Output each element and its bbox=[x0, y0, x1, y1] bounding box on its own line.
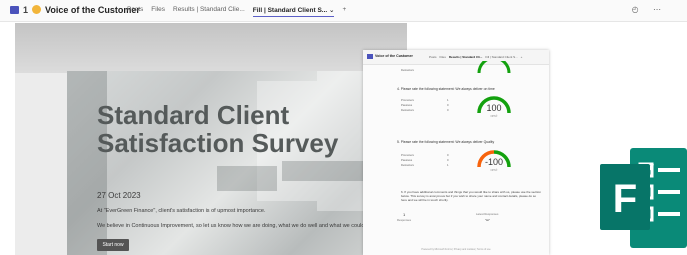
nps-label: NPS® bbox=[490, 169, 498, 172]
teams-app-icon[interactable] bbox=[10, 6, 19, 14]
tab-posts[interactable]: Posts bbox=[127, 6, 143, 17]
teams-header: 1 Voice of the Customer Posts Files Resu… bbox=[0, 0, 687, 22]
survey-hero: Standard Client Satisfaction Survey 27 O… bbox=[67, 71, 385, 255]
results-tab-results[interactable]: Results | Standard Cli... bbox=[449, 55, 483, 59]
responses-count: 1 bbox=[403, 212, 406, 217]
tab-files[interactable]: Files bbox=[151, 6, 165, 17]
row-label: Promoters bbox=[401, 98, 414, 102]
survey-title: Standard Client Satisfaction Survey bbox=[97, 100, 339, 158]
row-label: Detractors bbox=[401, 108, 414, 112]
question-4: 4. Please rate the following statement: … bbox=[397, 87, 495, 91]
desk-decor bbox=[282, 161, 372, 181]
results-tabs: Posts Files Results | Standard Cli... Fi… bbox=[429, 55, 522, 59]
row-label: Promoters bbox=[401, 153, 414, 157]
results-team-title: Voice of the Customer bbox=[375, 54, 413, 58]
nps-score: -100 bbox=[484, 157, 503, 167]
responses-label: Responses bbox=[397, 218, 411, 222]
header-actions[interactable]: ◴ ⋯ bbox=[632, 5, 667, 14]
results-tab-files[interactable]: Files bbox=[440, 55, 446, 59]
row-value: 1 bbox=[447, 163, 449, 167]
survey-preview: Standard Client Satisfaction Survey 27 O… bbox=[15, 23, 407, 255]
results-tab-fill[interactable]: Fill | Standard Client S... bbox=[485, 55, 517, 59]
tab-fill[interactable]: Fill | Standard Client S... ⌄ bbox=[252, 6, 335, 17]
microsoft-forms-icon: F bbox=[600, 148, 687, 248]
results-body: Detractors 4. Please rate the following … bbox=[363, 61, 549, 255]
row-label: Passives bbox=[401, 158, 413, 162]
nps-label: NPS® bbox=[490, 115, 498, 118]
row-value: 1 bbox=[447, 98, 449, 102]
results-add-tab[interactable]: + bbox=[521, 55, 523, 59]
tab-results[interactable]: Results | Standard Clie... bbox=[173, 6, 245, 17]
add-tab-button[interactable]: + bbox=[342, 6, 346, 17]
desk-decor bbox=[217, 166, 277, 191]
row-label: Detractors bbox=[401, 68, 414, 72]
row-label: Detractors bbox=[401, 163, 414, 167]
row-label: Passives bbox=[401, 103, 413, 107]
chevron-down-icon[interactable]: ⌄ bbox=[329, 7, 334, 14]
channel-tabs: Posts Files Results | Standard Clie... F… bbox=[127, 6, 346, 17]
tab-fill-label: Fill | Standard Client S... bbox=[252, 7, 328, 14]
latest-responses-label[interactable]: Latest Responses bbox=[476, 212, 498, 216]
survey-date: 27 Oct 2023 bbox=[97, 191, 141, 200]
teams-app-icon bbox=[367, 54, 373, 59]
start-now-button[interactable]: Start now bbox=[97, 239, 129, 251]
team-title[interactable]: Voice of the Customer bbox=[45, 5, 140, 15]
latest-response-value: "Hi" bbox=[485, 218, 490, 222]
results-header: Voice of the Customer Posts Files Result… bbox=[363, 50, 549, 65]
nps-score: 100 bbox=[486, 103, 502, 113]
survey-description: At "EverGreen Finance", client's satisfa… bbox=[97, 208, 266, 214]
channel-number: 1 bbox=[23, 5, 29, 15]
nps-gauge-partial bbox=[477, 61, 511, 74]
row-value: 0 bbox=[447, 103, 449, 107]
emoji-icon bbox=[32, 5, 41, 14]
results-tab-posts[interactable]: Posts bbox=[429, 55, 437, 59]
forms-logo-letter: F bbox=[613, 177, 637, 221]
survey-background bbox=[15, 23, 407, 73]
results-panel: Voice of the Customer Posts Files Result… bbox=[363, 50, 549, 255]
question-5: 5. Please rate the following statement: … bbox=[397, 140, 495, 144]
row-value: 0 bbox=[447, 158, 449, 162]
row-value: 0 bbox=[447, 153, 449, 157]
results-footer: Powered by Microsoft Forms | Privacy and… bbox=[421, 248, 491, 251]
row-value: 0 bbox=[447, 108, 449, 112]
survey-description-2: We believe in Continuous Improvement, so… bbox=[97, 223, 365, 229]
question-6: 6. If you have additional comments and t… bbox=[401, 190, 541, 203]
